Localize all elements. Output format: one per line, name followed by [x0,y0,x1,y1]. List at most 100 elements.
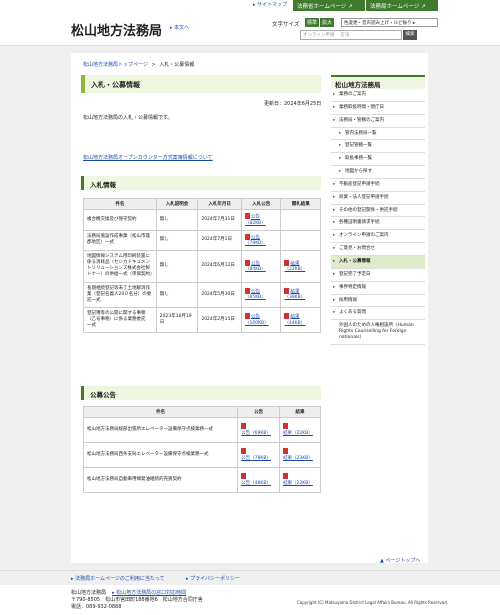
sidebar-item[interactable]: 業務のご案内 [331,89,425,102]
table-row: 登記簿等の公開に関する事務（乙号事務）に係る業務委託 一式 2023年10月19… [83,306,321,333]
site-title[interactable]: 松山地方法務局 [71,20,162,39]
row-briefing: 無し [155,229,199,252]
row-name: 松山地方法務局総部出張所エレベーター設備保守点検業務一式 [82,417,239,443]
row-result: 結果（22KB） [280,250,321,283]
main-content: 松山地方法務局トップページ > 入札・公募情報 入札・公募情報 更新日：2024… [71,53,428,563]
col-result: 結果 [279,406,321,418]
footer-tel: 電話：089-932-0888 [71,604,122,610]
sidebar-subitem[interactable]: 管内法務局一覧 [331,127,425,141]
sidebar-item[interactable]: よくある質問 [331,307,425,321]
open-counter-link[interactable]: 松山地方法務局オープンカウンター方式案簿情報について [83,154,213,161]
table-row: 松山地方法務局総部出張所エレベーター設備保守点検業務一式 公告（69KB） 結果… [82,417,321,443]
font-standard-button[interactable]: 標準 [305,18,320,27]
row-name: 松山地方法務局自動車用揮発油継続的売買契約 [82,467,239,493]
sidebar-item[interactable]: その他の登記関係・供託手続 [331,204,425,218]
row-name: 法務局施設作成事業（松山市雄郡地区）一式 [83,229,157,252]
result-pdf-link[interactable]: 結果（23KB） [283,456,313,461]
pdf-icon [283,448,289,455]
sidebar-item[interactable]: 事界特定情報 [331,281,425,295]
notice-pdf-link[interactable]: 公告（78KB） [241,456,271,461]
table-row: 法務局施設作成事業（松山市雄郡地区）一式 無し 2024年7月1日 公告（79K… [83,229,321,252]
row-notice: 公告（79KB） [240,229,282,252]
pdf-icon [284,259,290,266]
breadcrumb-current: 入札・公募情報 [159,62,195,68]
row-result: 結果（22KB） [279,467,321,493]
public-offer-heading: 公募公告 [81,386,321,400]
result-pdf-link[interactable]: 結果（22KB） [283,431,313,436]
footer: 松山地方法務局 ▸ 松山地方法務局の窓口対応時間 〒790-8505 松山市宮田… [0,585,500,615]
row-notice: 公告（100KB） [240,306,282,333]
row-notice: 公告（48KB） [237,467,281,493]
page-top-link[interactable]: ▲ ページトップへ [380,557,420,564]
row-briefing: 無し [155,281,199,308]
notice-pdf-link[interactable]: 公告（48KB） [241,481,271,486]
privacy-link[interactable]: ▸ プライバシーポリシー [186,575,240,582]
row-result: 結果（38KB） [280,281,321,308]
row-briefing: 無し [155,250,199,283]
pdf-icon [244,233,250,240]
col-briefing: 入札説明会 [155,198,199,210]
row-result: 結果（23KB） [279,442,321,468]
usage-link[interactable]: ▸ 法務局ホームページのご利用に当たって [71,575,165,582]
public-offer-table: 件名 公告 結果 松山地方法務局総部出張所エレベーター設備保守点検業務一式 公告… [82,406,321,493]
row-briefing: 2023年10月19日 [155,306,199,333]
sidebar-item[interactable]: ご意見・お問合せ [331,243,425,256]
page: ▸ サイトマップ 法務省ホームページ ↗ 法務局ホームページ ↗ 松山地方法務局… [0,0,500,615]
row-date: 2024年2月15日 [197,306,242,333]
copyright: Copyright (C) Matsuyama District Legal A… [297,600,449,605]
sidebar-item-human-rights[interactable]: 外国人のための人権相談所（Human Rights Counselling fo… [331,320,425,345]
pdf-icon [241,423,247,430]
sidebar-subitem[interactable]: 取扱事務一覧 [331,153,425,167]
accessibility-button[interactable]: 色変更・音声読み上げ・ルビ振り ▸ [341,18,438,27]
sidebar-item[interactable]: 業務取扱時間・閉庁日 [331,101,425,115]
font-size-label: 文字サイズ [272,22,300,28]
sidebar-item[interactable]: 商業・法人登記申請手続 [331,191,425,205]
updated-date: 更新日：2024年6月25日 [264,101,322,107]
row-date: 2024年7月1日 [197,229,242,252]
table-row: 松山地方法務局西条支局エレベーター設備保守点検業務一式 公告（78KB） 結果（… [82,442,321,468]
sidebar-item[interactable]: 登記完了予定日 [331,268,425,282]
sidebar-item[interactable]: 不動産登記申請手続 [331,178,425,192]
sidebar-subitem[interactable]: 登記管轄一覧 [331,140,425,154]
moj-homepage-tab[interactable]: 法務省ホームページ ↗ [293,0,365,11]
table-header-row: 件名 入札説明会 入札年月日 入札公告 開札結果 [83,198,321,210]
sidebar-item[interactable]: 法務局・管轄のご案内 [331,114,425,128]
pdf-icon [244,312,250,319]
notice-pdf-link[interactable]: 公告（69KB） [241,431,271,436]
breadcrumb-separator: > [151,62,156,68]
page-title: 入札・公募情報 [81,75,321,93]
sitemap-link[interactable]: ▸ サイトマップ [253,1,287,8]
col-notice: 入札公告 [240,198,282,210]
sidebar-subitem[interactable]: 地図から探す [331,166,425,179]
row-name: 複合機交換及び保守契約 [83,209,157,231]
sidebar-item[interactable]: オンライン申請のご案内 [331,230,425,244]
table-row: 複合機交換及び保守契約 無し 2024年7月31日 公告（82KB） [83,209,321,231]
search-input[interactable]: オンライン申請 方法 [300,30,402,40]
skip-to-content-link[interactable]: ▸ 本文へ [170,24,189,31]
row-notice: 公告（78KB） [237,442,281,468]
row-name: 地図情報システム用印刷装置に係る消耗品（セシカドキュメントソリューションズ株式会… [83,250,157,283]
result-pdf-link[interactable]: 結果（22KB） [283,481,313,486]
legal-bureau-homepage-tab[interactable]: 法務局ホームページ ↗ [366,0,438,11]
office-hours-link[interactable]: ▸ 松山地方法務局の窓口対応時間 [112,589,186,596]
col-notice: 公告 [237,406,281,418]
sidebar-item-active[interactable]: 入札・公募情報 [331,255,425,269]
bid-info-heading: 入札情報 [81,176,321,190]
sidebar-item[interactable]: 採用情報 [331,294,425,308]
footer-links: ▸ 法務局ホームページのご利用に当たって ▸ プライバシーポリシー [0,570,500,584]
row-result [280,209,321,231]
col-name: 件名 [83,198,157,210]
table-row: 地図情報システム用印刷装置に係る消耗品（セシカドキュメントソリューションズ株式会… [83,250,321,283]
bid-table: 件名 入札説明会 入札年月日 入札公告 開札結果 複合機交換及び保守契約 無し … [83,198,321,333]
row-notice: 公告（69KB） [237,417,281,443]
col-result: 開札結果 [280,198,321,210]
breadcrumb: 松山地方法務局トップページ > 入札・公募情報 [83,61,194,68]
row-result: 結果（44KB） [280,306,321,333]
table-row: 長期相続登記等未了土地解消作業（登記名義人20０名分）の委託一式 無し 2024… [83,281,321,308]
search-button[interactable]: 検索 [403,30,417,40]
font-large-button[interactable]: 拡大 [320,18,335,27]
sidebar-item[interactable]: 各種証明書請求手続 [331,217,425,231]
table-header-row: 件名 公告 結果 [82,406,321,418]
row-briefing: 無し [155,209,199,231]
breadcrumb-home-link[interactable]: 松山地方法務局トップページ [83,62,148,68]
